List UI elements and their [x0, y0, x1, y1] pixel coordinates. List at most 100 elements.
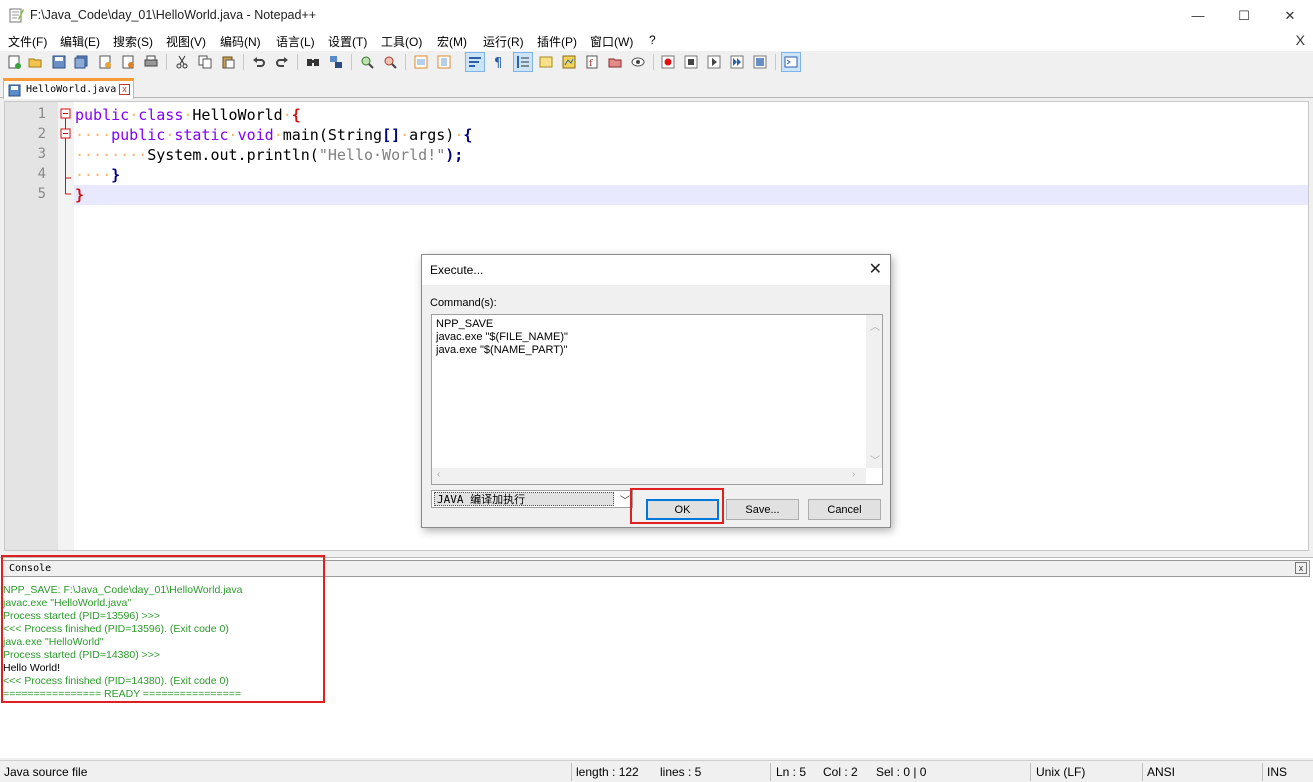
brace: }: [75, 186, 85, 204]
keyword: class: [138, 106, 184, 124]
commands-text: NPP_SAVE javac.exe "$(FILE_NAME)" java.e…: [436, 318, 568, 356]
toolbar-separator: [297, 54, 298, 70]
status-lines: lines : 5: [660, 765, 702, 779]
menu-run[interactable]: 运行(R): [483, 33, 524, 50]
notepadpp-window: F:\Java_Code\day_01\HelloWorld.java - No…: [0, 0, 1313, 782]
nppexec-console-icon[interactable]: [781, 52, 801, 72]
zoom-in-icon[interactable]: [358, 53, 376, 71]
window-title: F:\Java_Code\day_01\HelloWorld.java - No…: [30, 8, 317, 22]
menu-tools[interactable]: 工具(O): [381, 33, 422, 50]
ok-highlight-box: [630, 488, 724, 524]
scroll-left-icon[interactable]: ‹: [437, 469, 440, 480]
operator: []: [382, 126, 401, 144]
user-defined-language-icon[interactable]: [537, 53, 555, 71]
macro-run-multiple-icon[interactable]: [728, 53, 746, 71]
keyword: void: [237, 126, 274, 144]
menu-window[interactable]: 窗口(W): [590, 33, 633, 50]
close-document-icon[interactable]: X: [1296, 32, 1305, 48]
macro-play-icon[interactable]: [705, 53, 723, 71]
identifier: HelloWorld: [192, 106, 283, 124]
show-all-characters-icon[interactable]: ¶: [489, 53, 507, 71]
keyword: static: [174, 126, 229, 144]
menu-macro[interactable]: 宏(M): [437, 33, 467, 50]
indent: ····: [75, 166, 112, 184]
function-list-icon[interactable]: f: [583, 53, 601, 71]
console-highlight-box: [1, 555, 325, 703]
copy-icon[interactable]: [196, 53, 214, 71]
close-window-button[interactable]: ✕: [1267, 0, 1313, 31]
status-separator: [571, 763, 572, 781]
macro-save-icon[interactable]: [751, 53, 769, 71]
word-wrap-icon[interactable]: [465, 52, 485, 72]
menu-bar: 文件(F) 编辑(E) 搜索(S) 视图(V) 编码(N) 语言(L) 设置(T…: [0, 31, 1313, 51]
line-number: 1: [37, 106, 46, 122]
script-select[interactable]: JAVA 编译加执行 ﹀: [431, 490, 633, 508]
scroll-up-icon[interactable]: ︿: [870, 318, 880, 333]
status-separator: [1030, 763, 1031, 781]
redo-icon[interactable]: [273, 53, 291, 71]
commands-textarea[interactable]: NPP_SAVE javac.exe "$(FILE_NAME)" java.e…: [431, 314, 883, 485]
find-icon[interactable]: [304, 53, 322, 71]
minimize-button[interactable]: —: [1175, 0, 1221, 31]
macro-record-icon[interactable]: [659, 53, 677, 71]
menu-help[interactable]: ?: [649, 33, 656, 47]
scroll-right-icon[interactable]: ›: [852, 469, 855, 480]
open-file-icon[interactable]: [26, 53, 44, 71]
cancel-button[interactable]: Cancel: [808, 499, 881, 520]
replace-icon[interactable]: [327, 53, 345, 71]
svg-text:¶: ¶: [494, 56, 502, 69]
print-icon[interactable]: [142, 53, 160, 71]
monitoring-eye-icon[interactable]: [629, 53, 647, 71]
toolbar-separator: [405, 54, 406, 70]
sync-vertical-icon[interactable]: [412, 53, 430, 71]
menu-view[interactable]: 视图(V): [166, 33, 206, 50]
maximize-button[interactable]: ☐: [1221, 0, 1267, 31]
cut-icon[interactable]: [173, 53, 191, 71]
code-line-4: ····}: [75, 165, 120, 185]
chevron-down-icon[interactable]: ﹀: [620, 492, 630, 507]
save-all-icon[interactable]: [72, 53, 90, 71]
folder-as-workspace-icon[interactable]: [606, 53, 624, 71]
new-file-icon[interactable]: [5, 53, 23, 71]
brace: }: [111, 166, 121, 184]
menu-encoding[interactable]: 编码(N): [220, 33, 261, 50]
dialog-close-button[interactable]: ✕: [869, 259, 882, 279]
commands-horizontal-scrollbar[interactable]: ‹ ›: [432, 468, 866, 484]
indent-guide-icon[interactable]: [513, 52, 533, 72]
tab-helloworld-java[interactable]: HelloWorld.java x: [3, 78, 134, 99]
sync-horizontal-icon[interactable]: [435, 53, 453, 71]
fold-markers-icon[interactable]: [58, 102, 74, 212]
status-bar: Java source file length : 122 lines : 5 …: [0, 760, 1313, 782]
commands-label: Command(s):: [430, 297, 497, 309]
console-close-icon[interactable]: x: [1295, 562, 1307, 574]
close-all-icon[interactable]: [119, 53, 137, 71]
zoom-out-icon[interactable]: [381, 53, 399, 71]
code-line-2: ····public·static·void·main(String[]·arg…: [75, 126, 473, 144]
execute-dialog: Execute... ✕ Command(s): NPP_SAVE javac.…: [421, 254, 891, 528]
fold-margin: [58, 102, 74, 550]
current-line-highlight: [74, 185, 1308, 205]
macro-stop-icon[interactable]: [682, 53, 700, 71]
save-icon[interactable]: [50, 53, 68, 71]
document-map-icon[interactable]: [560, 53, 578, 71]
document-tab-bar: HelloWorld.java x: [0, 76, 1313, 99]
menu-language[interactable]: 语言(L): [276, 33, 315, 50]
scroll-down-icon[interactable]: ﹀: [870, 452, 880, 467]
menu-edit[interactable]: 编辑(E): [60, 33, 100, 50]
line-number: 3: [37, 146, 46, 162]
identifier: main(String: [282, 126, 383, 144]
close-file-icon[interactable]: [96, 53, 114, 71]
commands-vertical-scrollbar[interactable]: ︿ ﹀: [866, 315, 882, 468]
menu-plugins[interactable]: 插件(P): [537, 33, 577, 50]
status-sel: Sel : 0 | 0: [876, 765, 927, 779]
paste-icon[interactable]: [219, 53, 237, 71]
menu-search[interactable]: 搜索(S): [113, 33, 153, 50]
tab-close-icon[interactable]: x: [119, 84, 130, 95]
menu-file[interactable]: 文件(F): [8, 33, 47, 50]
keyword: public: [111, 126, 166, 144]
save-script-button[interactable]: Save...: [726, 499, 799, 520]
undo-icon[interactable]: [250, 53, 268, 71]
code-line-1: public·class·HelloWorld·{: [75, 106, 301, 124]
menu-settings[interactable]: 设置(T): [328, 33, 367, 50]
status-ln: Ln : 5: [776, 765, 807, 779]
